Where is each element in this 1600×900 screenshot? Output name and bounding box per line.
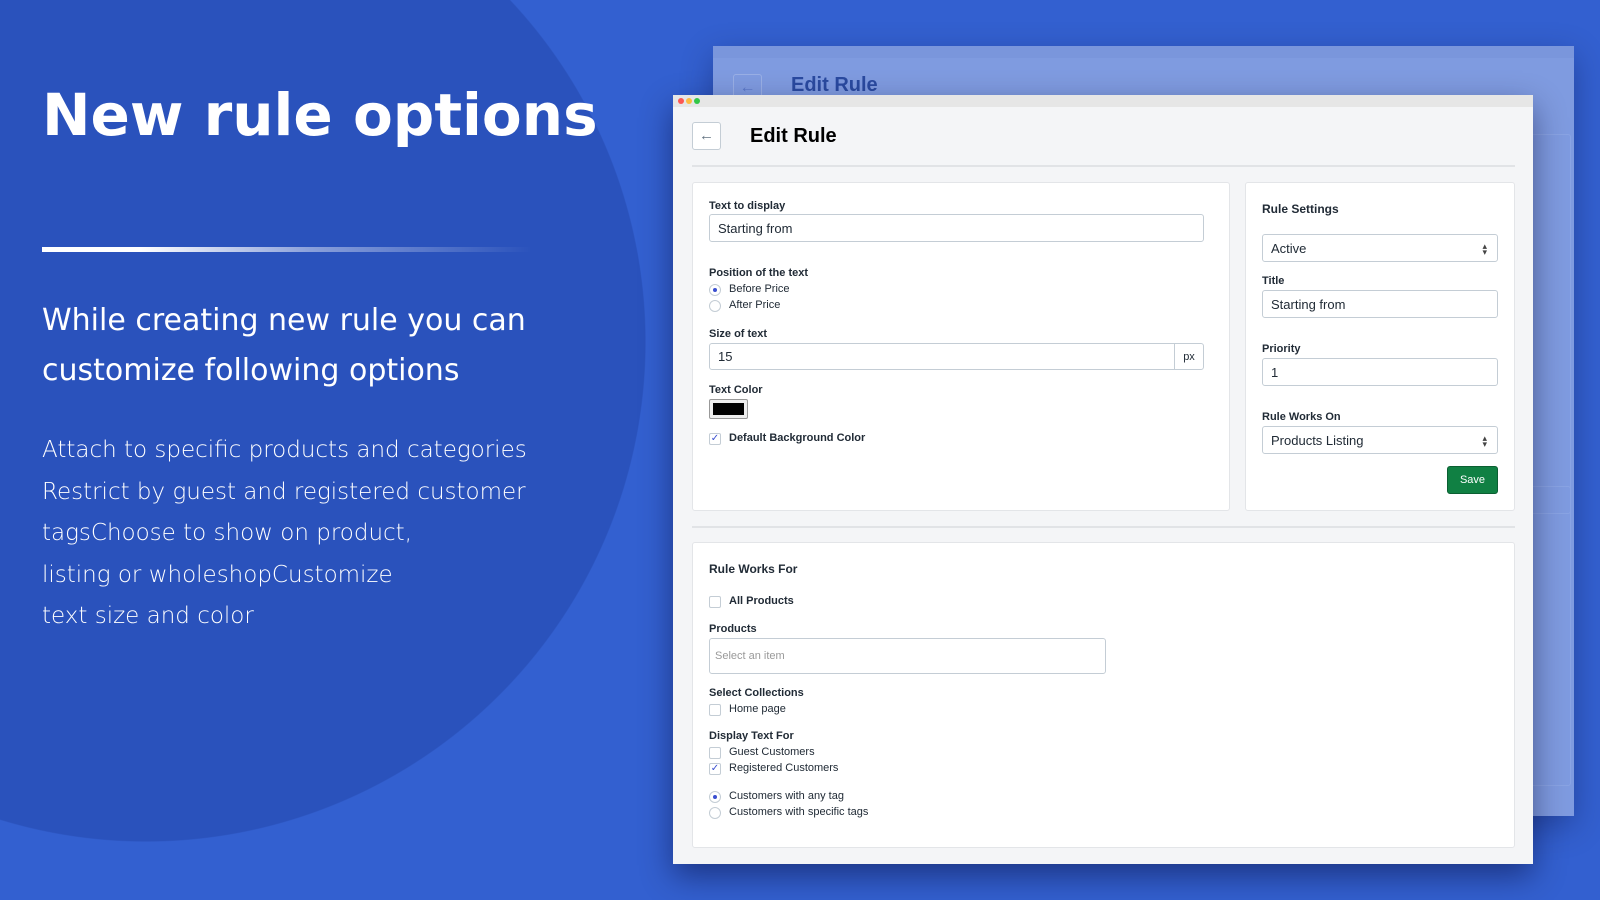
promo-subtitle: While creating new rule you can customiz…	[42, 303, 526, 388]
size-input-group: 15 px	[709, 343, 1204, 370]
promo-line: text size and color	[42, 603, 254, 629]
edit-rule-window: ← Edit Rule Text to display Starting fro…	[673, 95, 1533, 864]
promo-line: tagsChoose to show on product,	[42, 520, 413, 546]
priority-label: Priority	[1262, 343, 1301, 355]
any-tag-label: Customers with any tag	[729, 790, 844, 802]
position-label: Position of the text	[709, 267, 808, 279]
works-on-value: Products Listing	[1271, 432, 1364, 448]
size-unit: px	[1174, 344, 1203, 369]
works-for-card: Rule Works For All Products Products Sel…	[692, 542, 1515, 848]
guest-customers-label: Guest Customers	[729, 746, 815, 758]
before-price-label: Before Price	[729, 283, 790, 295]
divider	[692, 165, 1515, 167]
minimize-dot-icon[interactable]	[686, 98, 692, 104]
default-bg-label: Default Background Color	[729, 432, 866, 444]
select-arrows-icon: ▴ ▾	[1482, 433, 1487, 449]
registered-customers-label: Registered Customers	[729, 762, 839, 774]
color-swatch	[713, 403, 744, 415]
title-label: Title	[1262, 275, 1285, 287]
page-title: Edit Rule	[750, 125, 837, 147]
promo-line: listing or wholeshopCustomize	[42, 561, 393, 588]
radio-any-tag[interactable]	[709, 791, 721, 803]
default-bg-checkbox[interactable]: ✓	[709, 433, 721, 445]
save-button[interactable]: Save	[1447, 466, 1498, 494]
promo-body: Attach to specific products and categori…	[42, 430, 642, 638]
text-to-display-input[interactable]: Starting from	[709, 214, 1204, 242]
collections-label: Select Collections	[709, 687, 804, 699]
display-card: Text to display Starting from Position o…	[692, 182, 1230, 511]
titlebar	[673, 95, 1533, 107]
products-label: Products	[709, 623, 757, 635]
size-label: Size of text	[709, 328, 768, 340]
all-products-checkbox[interactable]	[709, 596, 721, 608]
after-price-label: After Price	[729, 299, 781, 311]
close-dot-icon[interactable]	[678, 98, 684, 104]
works-for-heading: Rule Works For	[709, 562, 798, 576]
title-input[interactable]: Starting from	[1262, 290, 1498, 318]
settings-card: Rule Settings Active ▴ ▾ Title Starting fr…	[1245, 182, 1515, 511]
products-input[interactable]: Select an item	[709, 638, 1106, 674]
arrow-left-icon: ←	[699, 127, 714, 144]
priority-input[interactable]: 1	[1262, 358, 1498, 386]
maximize-dot-icon[interactable]	[694, 98, 700, 104]
guest-customers-checkbox[interactable]	[709, 747, 721, 759]
text-color-picker[interactable]	[709, 399, 748, 419]
display-for-label: Display Text For	[709, 730, 794, 742]
title-underline	[42, 247, 532, 252]
all-products-label: All Products	[729, 595, 794, 607]
home-page-checkbox[interactable]	[709, 704, 721, 716]
radio-before-price[interactable]	[709, 284, 721, 296]
registered-customers-checkbox[interactable]: ✓	[709, 763, 721, 775]
status-select[interactable]: Active ▴ ▾	[1262, 234, 1498, 262]
background-window-title: Edit Rule	[791, 74, 878, 96]
status-value: Active	[1271, 240, 1307, 256]
size-input[interactable]: 15	[710, 349, 1174, 364]
radio-after-price[interactable]	[709, 300, 721, 312]
select-arrows-icon: ▴ ▾	[1482, 241, 1487, 257]
specific-tags-label: Customers with specific tags	[729, 806, 869, 818]
radio-specific-tags[interactable]	[709, 807, 721, 819]
text-to-display-label: Text to display	[709, 200, 786, 212]
divider	[692, 526, 1515, 528]
text-color-label: Text Color	[709, 384, 763, 396]
page-background: { "promo": { "title": "New rule options"…	[0, 0, 1600, 900]
promo-line: Restrict by guest and registered custome…	[42, 478, 526, 505]
promo-title: New rule options	[42, 81, 598, 149]
back-button[interactable]: ←	[692, 122, 721, 150]
settings-heading: Rule Settings	[1262, 202, 1339, 216]
promo-line: Attach to specific products and categori…	[42, 437, 527, 463]
works-on-select[interactable]: Products Listing ▴ ▾	[1262, 426, 1498, 454]
home-page-label: Home page	[729, 703, 786, 715]
works-on-label: Rule Works On	[1262, 411, 1341, 423]
background-titlebar	[713, 46, 1574, 58]
